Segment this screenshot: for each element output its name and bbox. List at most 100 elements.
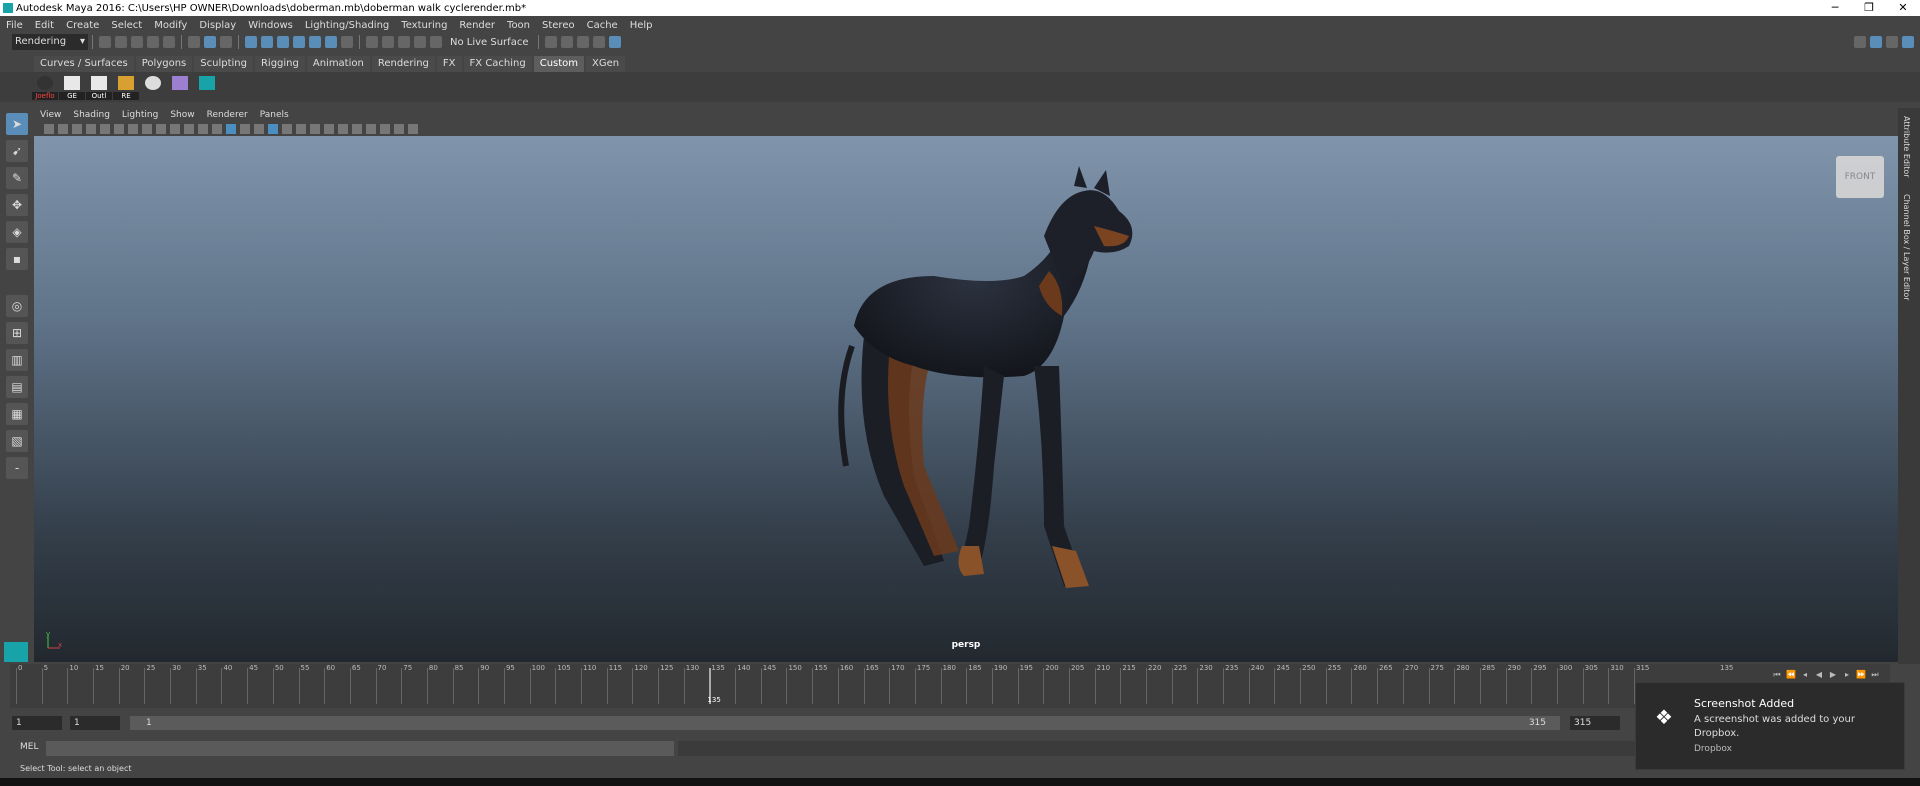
open-scene-icon[interactable]	[115, 36, 127, 48]
menu-set-dropdown[interactable]: Rendering	[12, 34, 88, 50]
undo-icon[interactable]	[147, 36, 159, 48]
select-hierarchy-icon[interactable]	[188, 36, 200, 48]
film-gate-icon[interactable]	[128, 124, 138, 134]
output-ops-icon[interactable]	[382, 36, 394, 48]
panel-menu-panels[interactable]: Panels	[254, 110, 295, 120]
history-icon[interactable]	[341, 36, 353, 48]
range-slider[interactable]: 1 315	[130, 716, 1560, 730]
motion-blur-icon[interactable]	[324, 124, 334, 134]
new-scene-icon[interactable]	[99, 36, 111, 48]
menu-display[interactable]: Display	[193, 20, 242, 31]
construction-history-icon[interactable]	[398, 36, 410, 48]
input-ops-icon[interactable]	[366, 36, 378, 48]
layout-hypershade-view[interactable]: ▧	[6, 430, 28, 452]
safe-title-icon[interactable]	[198, 124, 208, 134]
playback-start-field[interactable]: 1	[70, 716, 120, 730]
lasso-tool[interactable]: ➹	[6, 140, 28, 162]
toggle-settings-icon[interactable]	[1902, 36, 1914, 48]
tab-rigging[interactable]: Rigging	[254, 56, 305, 72]
shelf-button-plugin[interactable]	[167, 74, 193, 100]
resolution-gate-icon[interactable]	[142, 124, 152, 134]
go-to-end-icon[interactable]: ⏭	[1868, 670, 1882, 680]
rotate-tool[interactable]: ◈	[6, 221, 28, 243]
tab-polygons[interactable]: Polygons	[135, 56, 193, 72]
viewport-persp[interactable]: FRONT y x persp	[34, 136, 1898, 662]
bookmark-icon[interactable]	[72, 124, 82, 134]
shelf-button-script[interactable]	[140, 74, 166, 100]
gate-mask-icon[interactable]	[156, 124, 166, 134]
menu-windows[interactable]: Windows	[242, 20, 299, 31]
command-input[interactable]	[46, 741, 674, 756]
xray-joints-icon[interactable]	[394, 124, 404, 134]
go-to-start-icon[interactable]: ⏮	[1770, 670, 1784, 680]
wireframe-on-shaded-icon[interactable]	[240, 124, 250, 134]
tab-animation[interactable]: Animation	[306, 56, 370, 72]
toggle-layout-icon[interactable]	[1870, 36, 1882, 48]
move-tool[interactable]: ✥	[6, 194, 28, 216]
paint-select-tool[interactable]: ✎	[6, 167, 28, 189]
smooth-shade-icon[interactable]	[226, 124, 236, 134]
step-back-frame-icon[interactable]: ◂	[1798, 670, 1812, 680]
wireframe-icon[interactable]	[212, 124, 222, 134]
shelf-button-reference-editor[interactable]: RE	[113, 74, 139, 100]
render-view-icon[interactable]	[545, 36, 558, 48]
textured-icon[interactable]	[268, 124, 278, 134]
panel-menu-lighting[interactable]: Lighting	[116, 110, 164, 120]
menu-cache[interactable]: Cache	[581, 20, 624, 31]
tab-custom[interactable]: Custom	[533, 56, 585, 72]
isolate-select-icon[interactable]	[366, 124, 376, 134]
magnet-icon[interactable]	[414, 36, 426, 48]
menu-stereo[interactable]: Stereo	[536, 20, 581, 31]
anti-aliasing-icon[interactable]	[338, 124, 348, 134]
ambient-occlusion-icon[interactable]	[310, 124, 320, 134]
workspace-icon[interactable]	[1854, 36, 1866, 48]
toggle-panel-icon[interactable]	[1886, 36, 1898, 48]
maya-m-icon[interactable]	[4, 642, 28, 662]
menu-toon[interactable]: Toon	[501, 20, 536, 31]
menu-modify[interactable]: Modify	[148, 20, 193, 31]
scale-tool[interactable]: ▪	[6, 248, 28, 270]
select-tool[interactable]: ➤	[6, 113, 28, 135]
shelf-button-maya[interactable]	[194, 74, 220, 100]
layout-outliner-view[interactable]: ▤	[6, 376, 28, 398]
menu-create[interactable]: Create	[60, 20, 105, 31]
menu-file[interactable]: File	[0, 20, 29, 31]
safe-action-icon[interactable]	[184, 124, 194, 134]
select-object-icon[interactable]	[204, 36, 216, 48]
snap-curve-icon[interactable]	[261, 36, 273, 48]
panel-menu-shading[interactable]: Shading	[67, 110, 116, 120]
step-forward-key-icon[interactable]: ⏩	[1854, 670, 1868, 680]
last-tool[interactable]: ◎	[6, 295, 28, 317]
tab-attribute-editor[interactable]: Attribute Editor	[1898, 112, 1915, 182]
default-material-icon[interactable]	[254, 124, 264, 134]
tab-fx-caching[interactable]: FX Caching	[463, 56, 532, 72]
script-language-label[interactable]: MEL	[20, 742, 38, 752]
shelf-button-graph-editor[interactable]: GE	[59, 74, 85, 100]
camera-icon[interactable]	[58, 124, 68, 134]
restore-button[interactable]: ❐	[1852, 0, 1886, 16]
view-cube[interactable]: FRONT	[1836, 156, 1884, 198]
menu-texturing[interactable]: Texturing	[395, 20, 453, 31]
lock-icon[interactable]	[325, 36, 337, 48]
tab-rendering[interactable]: Rendering	[371, 56, 435, 72]
minimize-button[interactable]: ─	[1818, 0, 1852, 16]
image-plane-icon[interactable]	[86, 124, 96, 134]
xray-components-icon[interactable]	[408, 124, 418, 134]
shelf-button-outliner[interactable]: Outl	[86, 74, 112, 100]
tab-channel-box[interactable]: Channel Box / Layer Editor	[1898, 190, 1915, 305]
grease-pencil-icon[interactable]	[100, 124, 110, 134]
dropbox-notification[interactable]: ❖ Screenshot Added A screenshot was adde…	[1635, 682, 1905, 770]
hypershade-icon[interactable]	[609, 36, 622, 48]
snap-point-icon[interactable]	[277, 36, 289, 48]
snap-view-plane-icon[interactable]	[293, 36, 305, 48]
xray-icon[interactable]	[380, 124, 390, 134]
play-forward-icon[interactable]: ▶	[1826, 670, 1840, 680]
save-scene-icon[interactable]	[131, 36, 143, 48]
shelf-button-joeflo[interactable]: Joeflo	[32, 74, 58, 100]
close-button[interactable]: ✕	[1886, 0, 1920, 16]
render-settings-icon[interactable]	[593, 36, 606, 48]
panel-menu-renderer[interactable]: Renderer	[201, 110, 254, 120]
tab-xgen[interactable]: XGen	[586, 56, 626, 72]
layout-more[interactable]: -	[6, 457, 28, 479]
field-chart-icon[interactable]	[170, 124, 180, 134]
